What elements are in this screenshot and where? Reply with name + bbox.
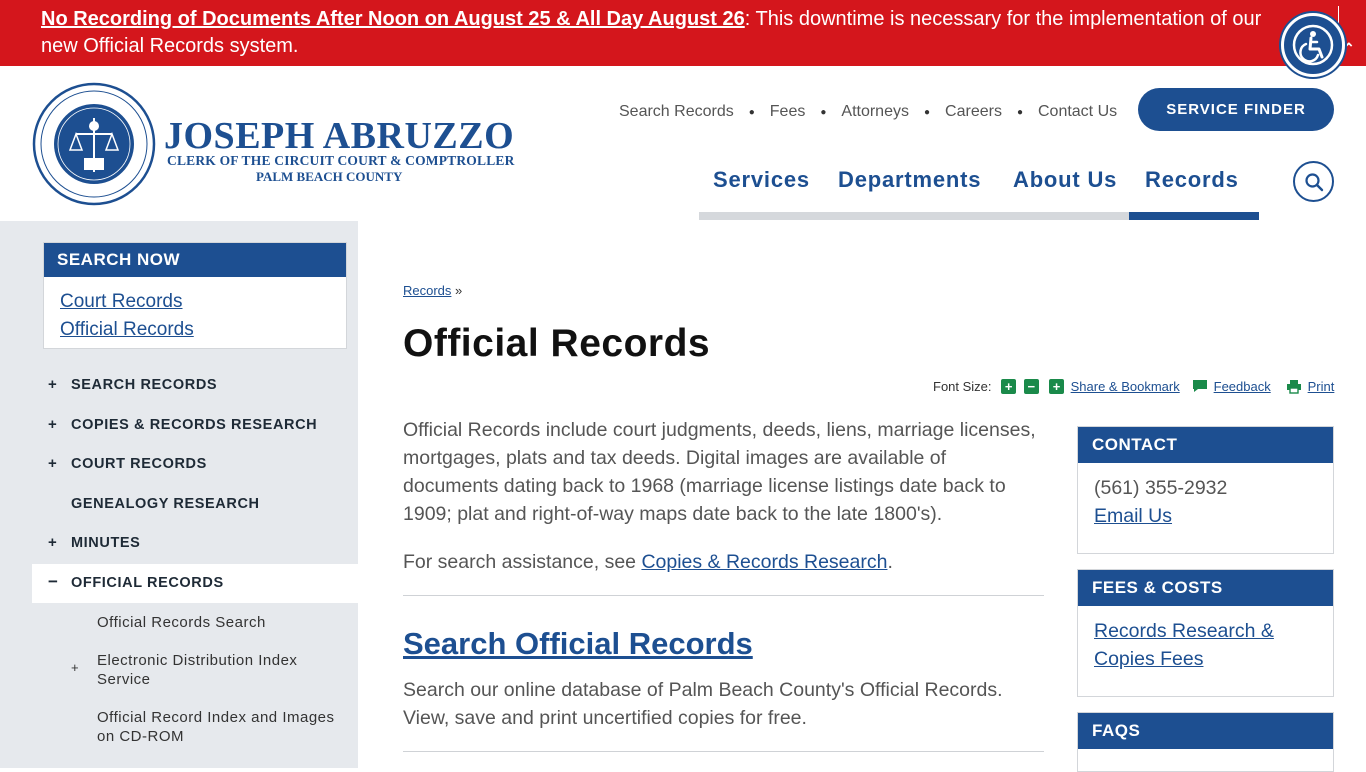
print-link[interactable]: Print bbox=[1286, 379, 1334, 394]
utility-nav: Search Records ● Fees ● Attorneys ● Care… bbox=[619, 103, 1117, 121]
contact-email-link[interactable]: Email Us bbox=[1094, 505, 1172, 527]
util-link-careers[interactable]: Careers bbox=[945, 103, 1002, 121]
expand-icon[interactable]: + bbox=[48, 376, 57, 393]
section-description: Search our online database of Palm Beach… bbox=[403, 679, 1003, 729]
font-size-control: Font Size: + − bbox=[933, 379, 1039, 394]
alert-banner: No Recording of Documents After Noon on … bbox=[0, 0, 1366, 66]
copies-research-link[interactable]: Copies & Records Research bbox=[641, 551, 887, 573]
assist-text: For search assistance, see bbox=[403, 551, 642, 573]
assist-paragraph: For search assistance, see Copies & Reco… bbox=[403, 548, 1043, 576]
main-nav: Services Departments About Us Records bbox=[699, 160, 1259, 220]
accessibility-button[interactable] bbox=[1281, 13, 1345, 77]
util-link-attorneys[interactable]: Attorneys bbox=[841, 103, 909, 121]
search-now-court-records[interactable]: Court Records bbox=[60, 288, 346, 316]
search-official-records-link[interactable]: Search Official Records bbox=[403, 626, 753, 662]
logo-name: JOSEPH ABRUZZO bbox=[164, 115, 515, 157]
nav-services[interactable]: Services bbox=[713, 167, 810, 193]
faqs-box: FAQS bbox=[1077, 712, 1334, 772]
font-decrease-icon[interactable]: − bbox=[1023, 379, 1039, 394]
intro-paragraph: Official Records include court judgments… bbox=[403, 419, 1036, 525]
sidebar-sub-electronic-distribution[interactable]: Electronic Distribution Index Service bbox=[97, 651, 352, 689]
nav-separator: ● bbox=[923, 106, 931, 118]
share-label[interactable]: Share & Bookmark bbox=[1071, 379, 1180, 394]
print-label[interactable]: Print bbox=[1308, 379, 1335, 394]
contact-box: CONTACT (561) 355-2932 Email Us bbox=[1077, 426, 1334, 554]
breadcrumb-separator: » bbox=[455, 283, 463, 298]
contact-title: CONTACT bbox=[1078, 427, 1333, 463]
nav-separator: ● bbox=[820, 106, 827, 118]
page-title: Official Records bbox=[403, 322, 711, 365]
clerk-seal-logo[interactable] bbox=[32, 82, 156, 206]
fees-box: FEES & COSTS Records Research & Copies F… bbox=[1077, 569, 1334, 697]
search-now-title: SEARCH NOW bbox=[44, 243, 346, 277]
share-icon: + bbox=[1049, 379, 1064, 394]
collapse-icon[interactable]: − bbox=[48, 572, 59, 592]
divider bbox=[403, 751, 1044, 752]
breadcrumb: Records » bbox=[403, 283, 462, 298]
search-now-box: SEARCH NOW Court Records Official Record… bbox=[43, 242, 347, 349]
nav-active-indicator bbox=[1129, 212, 1259, 220]
expand-icon[interactable]: + bbox=[48, 534, 57, 551]
logo-county: PALM BEACH COUNTY bbox=[256, 169, 403, 184]
font-increase-icon[interactable]: + bbox=[1001, 379, 1017, 394]
search-icon bbox=[1304, 172, 1323, 191]
service-finder-button[interactable]: SERVICE FINDER bbox=[1138, 88, 1334, 131]
site-search-button[interactable] bbox=[1293, 161, 1334, 202]
share-bookmark-link[interactable]: + Share & Bookmark bbox=[1049, 379, 1180, 394]
nav-about-us[interactable]: About Us bbox=[1013, 167, 1117, 193]
util-link-search-records[interactable]: Search Records bbox=[619, 103, 734, 121]
nav-departments[interactable]: Departments bbox=[838, 167, 981, 193]
nav-separator: ● bbox=[1016, 106, 1023, 118]
faqs-title: FAQS bbox=[1078, 713, 1333, 749]
fees-title: FEES & COSTS bbox=[1078, 570, 1333, 606]
breadcrumb-records[interactable]: Records bbox=[403, 283, 451, 298]
divider bbox=[403, 595, 1044, 596]
search-now-official-records[interactable]: Official Records bbox=[60, 316, 346, 344]
expand-icon[interactable]: + bbox=[71, 660, 79, 675]
alert-message: No Recording of Documents After Noon on … bbox=[41, 6, 1301, 60]
feedback-label[interactable]: Feedback bbox=[1214, 379, 1271, 394]
util-link-contact-us[interactable]: Contact Us bbox=[1038, 103, 1117, 121]
accessibility-icon bbox=[1292, 24, 1334, 66]
expand-icon[interactable]: + bbox=[48, 455, 57, 472]
nav-underline bbox=[699, 212, 1129, 220]
sidebar-sub-index-cdrom[interactable]: Official Record Index and Images on CD-R… bbox=[97, 708, 352, 746]
font-size-label: Font Size: bbox=[933, 379, 992, 394]
feedback-link[interactable]: Feedback bbox=[1192, 379, 1271, 394]
contact-phone: (561) 355-2932 bbox=[1094, 477, 1228, 499]
assist-suffix: . bbox=[887, 551, 893, 573]
nav-records[interactable]: Records bbox=[1145, 167, 1239, 193]
logo-subtitle: CLERK OF THE CIRCUIT COURT & COMPTROLLER bbox=[167, 153, 515, 168]
print-icon bbox=[1287, 380, 1301, 394]
alert-link[interactable]: No Recording of Documents After Noon on … bbox=[41, 8, 745, 30]
expand-icon[interactable]: + bbox=[48, 416, 57, 433]
feedback-icon bbox=[1193, 380, 1207, 392]
nav-separator: ● bbox=[748, 106, 755, 118]
fees-link[interactable]: Records Research & Copies Fees bbox=[1094, 620, 1274, 670]
sidebar-sub-official-records-search[interactable]: Official Records Search bbox=[97, 613, 352, 632]
util-link-fees[interactable]: Fees bbox=[770, 103, 806, 121]
